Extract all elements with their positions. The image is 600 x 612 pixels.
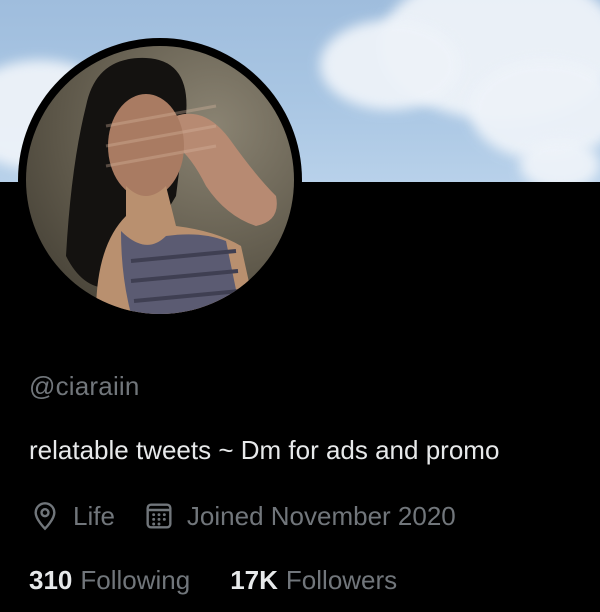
avatar-photo xyxy=(66,57,277,314)
following-link[interactable]: 310 Following xyxy=(29,565,190,596)
calendar-icon xyxy=(146,503,172,529)
profile-stats: 310 Following 17K Followers xyxy=(29,562,397,598)
followers-count: 17K xyxy=(230,564,278,595)
join-date: Joined November 2020 xyxy=(143,500,456,532)
following-count: 310 xyxy=(29,564,73,595)
profile-meta: Life Joined November 2020 xyxy=(29,498,456,534)
avatar[interactable] xyxy=(26,46,294,314)
location-text: Life xyxy=(73,500,115,531)
followers-link[interactable]: 17K Followers xyxy=(230,565,397,596)
profile-bio: relatable tweets ~ Dm for ads and promo xyxy=(29,435,500,465)
followers-label: Followers xyxy=(285,564,398,595)
profile-handle: @ciaraiin xyxy=(29,371,140,401)
location-pin-icon xyxy=(34,502,56,531)
following-label: Following xyxy=(80,564,191,595)
location: Life xyxy=(29,500,115,532)
join-date-text: Joined November 2020 xyxy=(186,500,456,531)
